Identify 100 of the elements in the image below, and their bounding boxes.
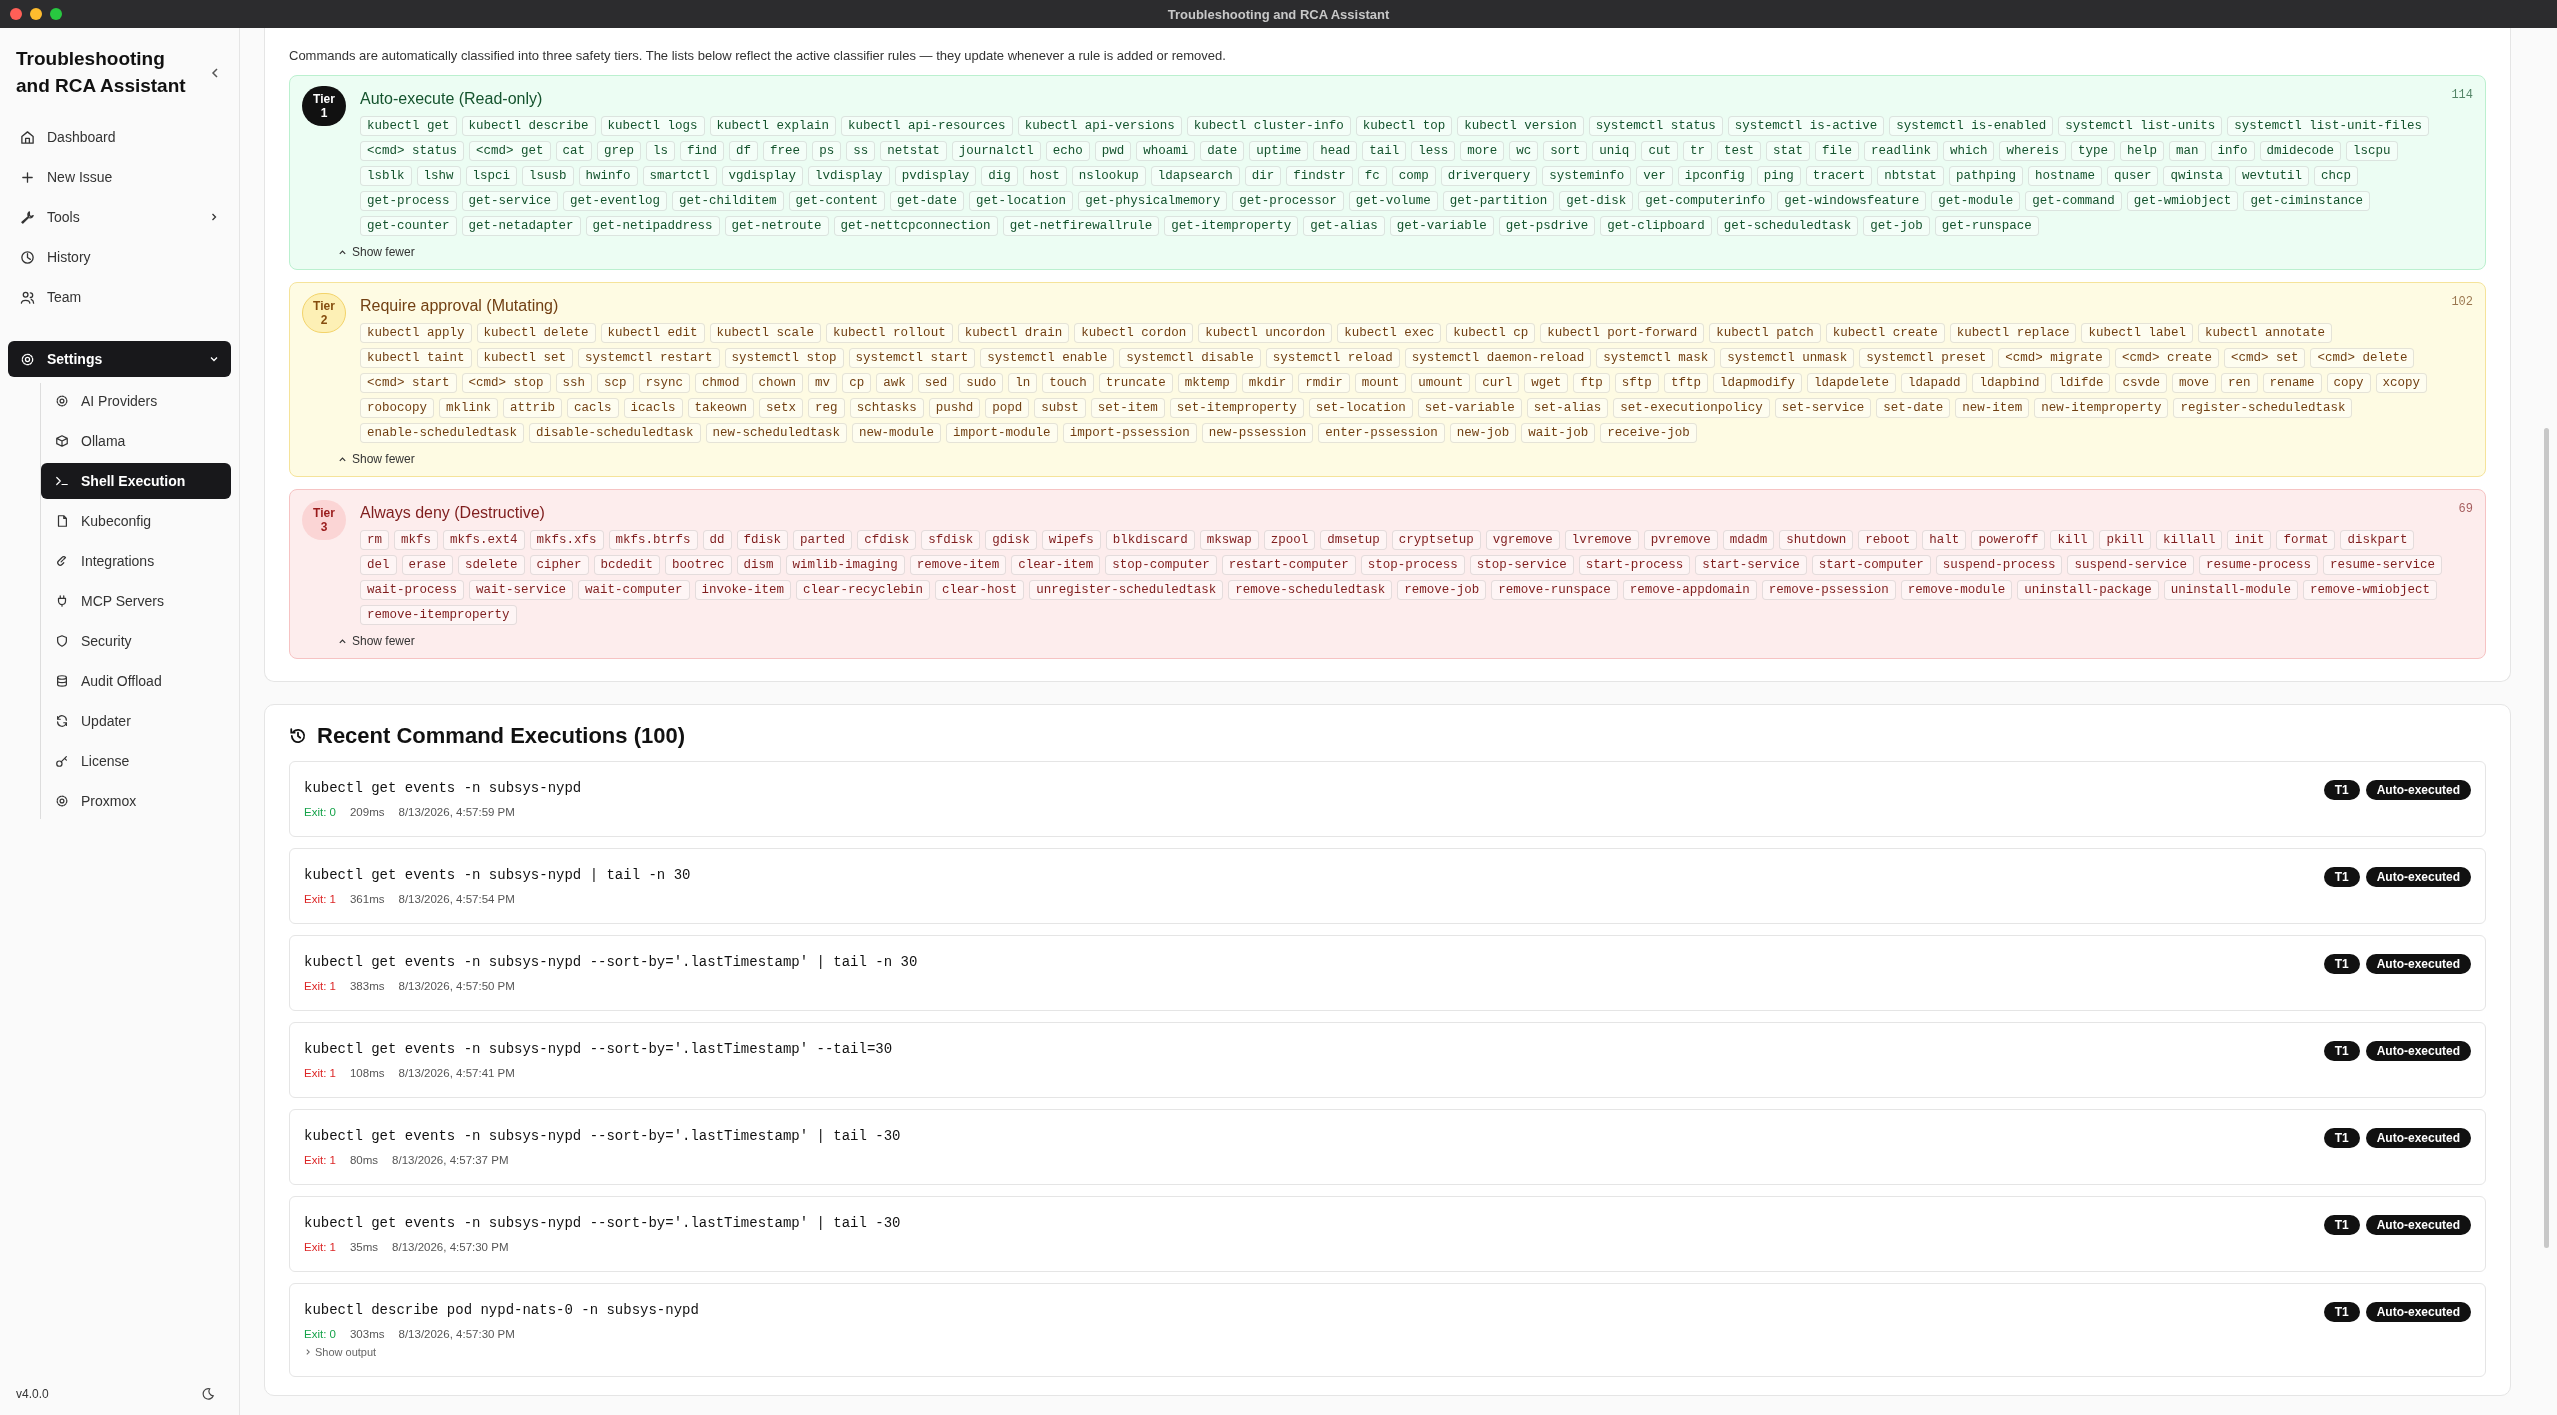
execution-row[interactable]: kubectl get events -n subsys-nypd | tail -n 30 Exit: 1 361ms 8/13/2026, 4:57:54 PM T1 Auto-executed — [289, 848, 2486, 924]
command-tag: curl — [1475, 373, 1520, 393]
minimize-window-button[interactable] — [30, 8, 42, 20]
command-tag: truncate — [1098, 373, 1173, 393]
show-fewer-button[interactable]: Show fewer — [338, 634, 415, 648]
sub-nav-item[interactable]: Security — [41, 623, 231, 660]
command-tag: awk — [876, 373, 913, 393]
exit-code: Exit: 1 — [304, 1067, 336, 1079]
sub-nav-item[interactable]: Proxmox — [41, 783, 231, 820]
command-tag: echo — [1045, 141, 1090, 161]
sub-nav-item[interactable]: Updater — [41, 703, 231, 740]
database-icon — [55, 674, 69, 689]
close-window-button[interactable] — [10, 8, 22, 20]
sub-nav-item[interactable]: AI Providers — [41, 383, 231, 420]
command-tag: sort — [1543, 141, 1588, 161]
command-tag: sed — [917, 373, 955, 393]
execution-row[interactable]: kubectl describe pod nypd-nats-0 -n subsys-nypd Exit: 0 303ms 8/13/2026, 4:57:30 PM Show output T1 Auto-executed — [289, 1283, 2486, 1377]
moon-icon[interactable] — [201, 1387, 215, 1401]
execution-row[interactable]: kubectl get events -n subsys-nypd --sort-by='.lastTimestamp' | tail -30 Exit: 1 80ms 8/13/2026, 4:57:37 PM T1 Auto-executed — [289, 1109, 2486, 1185]
command-tag: get-variable — [1389, 216, 1494, 236]
command-tag: kubectl explain — [709, 116, 837, 136]
command-tag: <cmd> create — [2114, 348, 2219, 368]
command-tag: systemctl disable — [1119, 348, 1261, 368]
command-tag: get-nettcpconnection — [833, 216, 998, 236]
command-tag: suspend-service — [2067, 555, 2194, 575]
nav-item[interactable]: Team — [8, 279, 231, 316]
command-tag: <cmd> delete — [2310, 348, 2415, 368]
command-tag: start-computer — [1811, 555, 1931, 575]
chevron-right-icon — [304, 1348, 312, 1356]
command-tag: new-scheduledtask — [705, 423, 848, 443]
command-tag: scp — [597, 373, 634, 393]
command-tag: <cmd> start — [360, 373, 457, 393]
command-tag: receive-job — [1600, 423, 1697, 443]
collapse-icon[interactable] — [209, 66, 221, 79]
sub-nav-item[interactable]: Shell Execution — [41, 463, 231, 500]
command-count: 114 — [2451, 88, 2473, 104]
command-tag: smartctl — [642, 166, 717, 186]
command-text: kubectl get events -n subsys-nypd --sort-by='.lastTimestamp' | tail -n 30 — [304, 954, 918, 970]
command-tag: ren — [2221, 373, 2258, 393]
command-tag: sftp — [1614, 373, 1659, 393]
sub-nav-item[interactable]: Kubeconfig — [41, 503, 231, 540]
nav-item[interactable]: Settings — [8, 341, 231, 378]
command-tag: kubectl api-resources — [841, 116, 1013, 136]
maximize-window-button[interactable] — [50, 8, 62, 20]
command-tag: remove-job — [1397, 580, 1487, 600]
command-tag: import-module — [946, 423, 1058, 443]
sub-nav-item[interactable]: License — [41, 743, 231, 780]
command-tag: wget — [1524, 373, 1569, 393]
command-tag: icacls — [623, 398, 683, 418]
command-tag: get-netadapter — [461, 216, 581, 236]
command-tag: kubectl set — [476, 348, 574, 368]
sub-nav-item[interactable]: Audit Offload — [41, 663, 231, 700]
command-tag: ss — [846, 141, 876, 161]
command-tag: dmidecode — [2259, 141, 2342, 161]
command-tag: xcopy — [2375, 373, 2428, 393]
command-tag: get-ciminstance — [2243, 191, 2370, 211]
show-fewer-button[interactable]: Show fewer — [338, 452, 415, 466]
command-tag: kubectl annotate — [2197, 323, 2332, 343]
command-tag: killall — [2155, 530, 2223, 550]
sub-nav-item[interactable]: Integrations — [41, 543, 231, 580]
nav-item[interactable]: Dashboard — [8, 119, 231, 156]
command-tag: kubectl describe — [461, 116, 596, 136]
command-tag: resume-service — [2322, 555, 2442, 575]
command-text: kubectl get events -n subsys-nypd --sort-by='.lastTimestamp' | tail -30 — [304, 1215, 901, 1231]
execution-row[interactable]: kubectl get events -n subsys-nypd Exit: 0 209ms 8/13/2026, 4:57:59 PM T1 Auto-executed — [289, 761, 2486, 837]
show-output-link[interactable]: Show output — [304, 1346, 699, 1358]
command-tag: disable-scheduledtask — [529, 423, 701, 443]
command-tag: info — [2210, 141, 2255, 161]
execution-row[interactable]: kubectl get events -n subsys-nypd --sort-by='.lastTimestamp' | tail -30 Exit: 1 35ms 8/13/2026, 4:57:30 PM T1 Auto-executed — [289, 1196, 2486, 1272]
command-tag: get-location — [969, 191, 1074, 211]
command-tag: halt — [1922, 530, 1967, 550]
command-text: kubectl get events -n subsys-nypd | tail -n 30 — [304, 867, 691, 883]
nav-item[interactable]: Tools — [8, 199, 231, 236]
command-tag: new-itemproperty — [2034, 398, 2169, 418]
execution-row[interactable]: kubectl get events -n subsys-nypd --sort-by='.lastTimestamp' --tail=30 Exit: 1 108ms 8/13/2026, 4:57:41 PM T1 Auto-executed — [289, 1022, 2486, 1098]
command-tag: stop-computer — [1105, 555, 1217, 575]
command-tag: systemctl start — [848, 348, 976, 368]
command-tag: kubectl cp — [1446, 323, 1536, 343]
command-tag: unregister-scheduledtask — [1029, 580, 1224, 600]
command-tag: remove-runspace — [1491, 580, 1618, 600]
command-tag: vgdisplay — [721, 166, 804, 186]
plus-icon — [20, 169, 35, 185]
nav-item[interactable]: New Issue — [8, 159, 231, 196]
command-tag: mkfs.btrfs — [608, 530, 698, 550]
command-tag: kubectl top — [1355, 116, 1453, 136]
command-count: 102 — [2451, 295, 2473, 311]
sub-nav-item[interactable]: MCP Servers — [41, 583, 231, 620]
command-tag: hostname — [2027, 166, 2102, 186]
command-tag: mkswap — [1199, 530, 1259, 550]
show-fewer-button[interactable]: Show fewer — [338, 245, 415, 259]
box-icon — [55, 434, 69, 449]
command-tag: lvremove — [1564, 530, 1639, 550]
sub-nav-item[interactable]: Ollama — [41, 423, 231, 460]
exit-code: Exit: 1 — [304, 980, 336, 992]
nav-item[interactable]: History — [8, 239, 231, 276]
command-tag: quser — [2106, 166, 2159, 186]
execution-row[interactable]: kubectl get events -n subsys-nypd --sort-by='.lastTimestamp' | tail -n 30 Exit: 1 383ms 8/13/2026, 4:57:50 PM T1 Auto-executed — [289, 935, 2486, 1011]
command-tag: get-computerinfo — [1638, 191, 1773, 211]
command-tag: kubectl cordon — [1074, 323, 1194, 343]
command-tag: cfdisk — [857, 530, 917, 550]
